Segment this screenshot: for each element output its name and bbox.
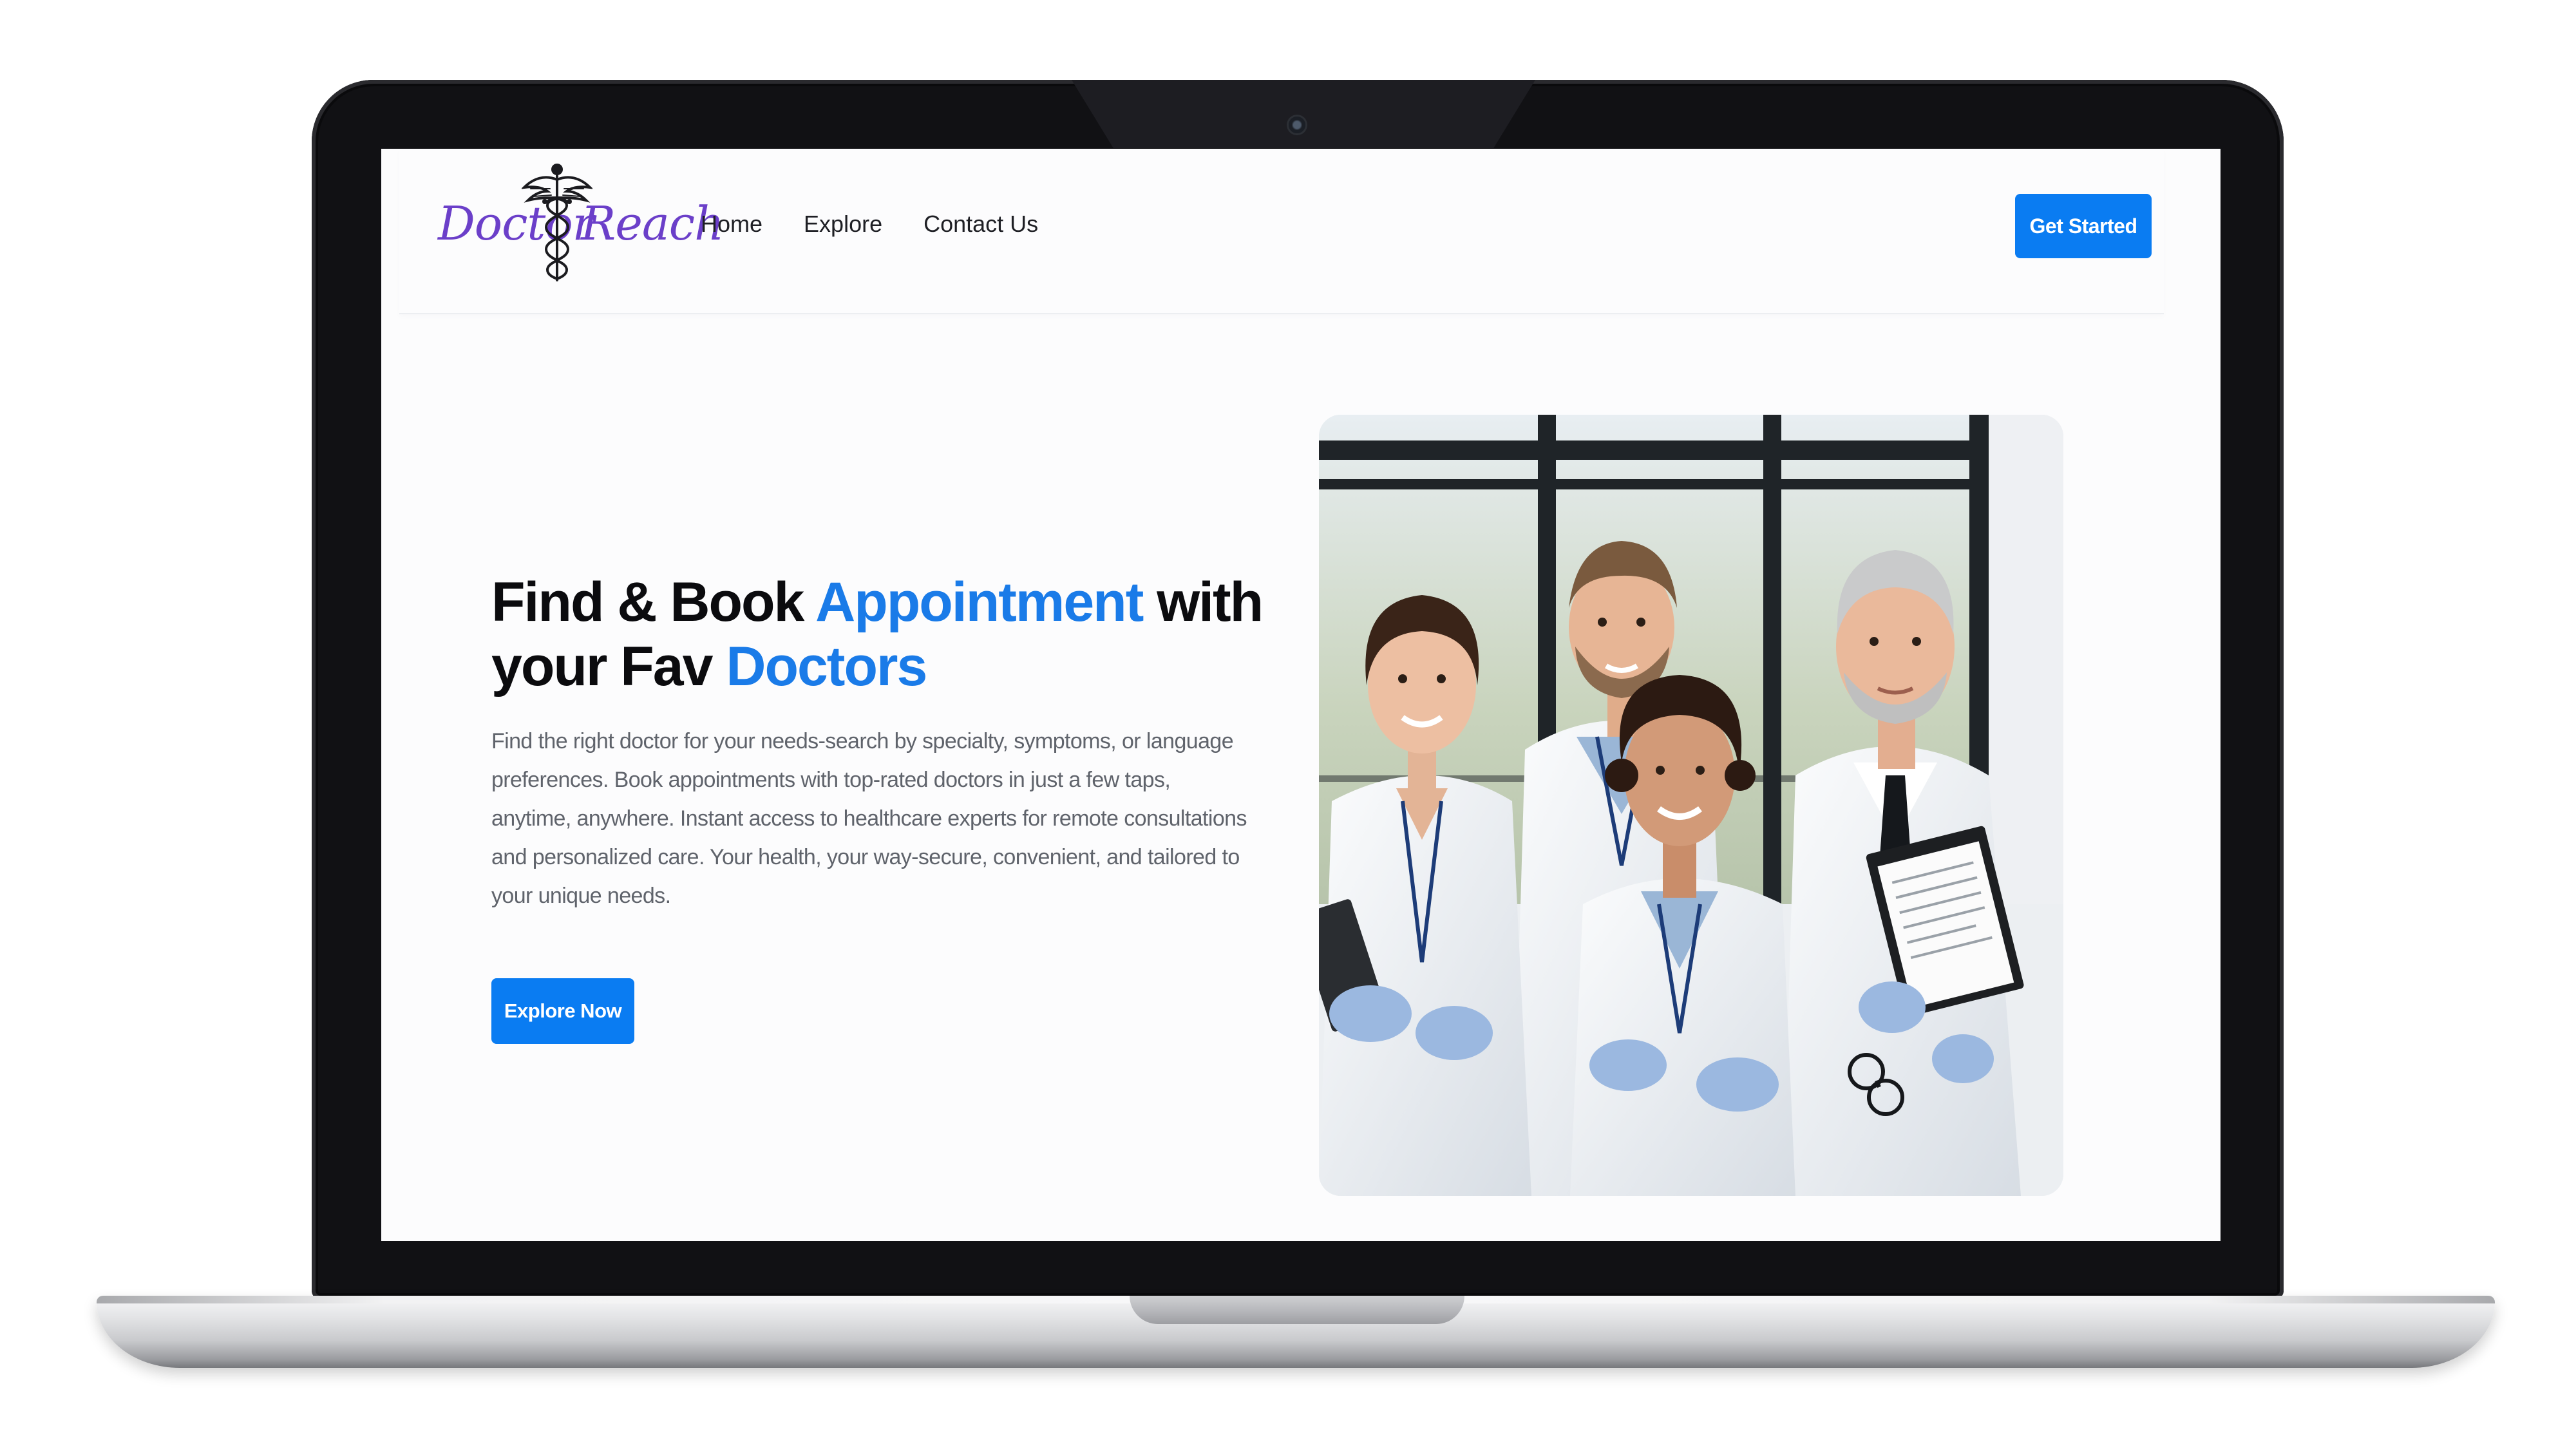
nav-link-explore[interactable]: Explore [804, 211, 882, 238]
hero-title-part1: Find & Book [491, 571, 816, 633]
nav-link-contact-us[interactable]: Contact Us [923, 211, 1038, 238]
doctors-team-photo [1319, 415, 2063, 1196]
explore-now-button[interactable]: Explore Now [491, 978, 634, 1044]
laptop-screen: Doctor Reach Home Explore Contact Us Get… [381, 149, 2221, 1241]
webcam-icon [1289, 117, 1305, 133]
nav-link-home[interactable]: Home [701, 211, 762, 238]
hero-description: Find the right doctor for your needs-sea… [491, 729, 1247, 908]
get-started-button[interactable]: Get Started [2015, 194, 2152, 258]
camera-notch [1072, 80, 1535, 148]
laptop-mockup: Doctor Reach Home Explore Contact Us Get… [0, 0, 2576, 1449]
site-navbar: Doctor Reach Home Explore Contact Us Get… [399, 149, 2164, 314]
hero-title: Find & Book Appointment with your Fav Do… [491, 570, 1303, 699]
hero-title-accent-doctors: Doctors [726, 636, 927, 697]
hero-title-accent-appointment: Appointment [815, 571, 1144, 633]
doctors-illustration [1319, 415, 2063, 1196]
laptop-hinge-notch [1130, 1296, 1464, 1324]
main-nav: Home Explore Contact Us [701, 211, 1038, 238]
brand-logo[interactable]: Doctor Reach [438, 160, 724, 283]
